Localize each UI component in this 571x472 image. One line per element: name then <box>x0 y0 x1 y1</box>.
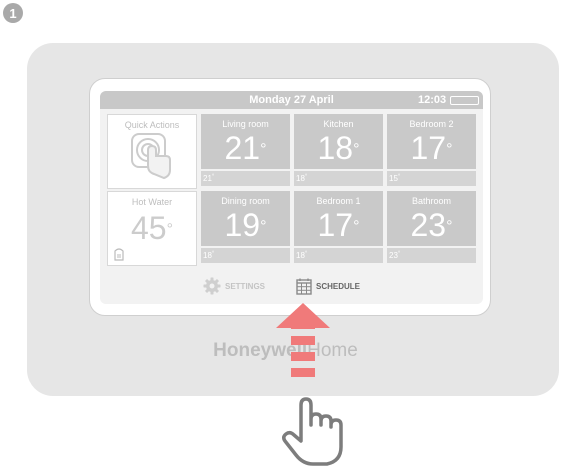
zone-temp: 21° <box>201 132 290 164</box>
zone-tile-living-room[interactable]: Living room 21° <box>201 114 290 169</box>
hot-water-label: Hot Water <box>131 197 173 207</box>
zone-temp: 23° <box>387 209 476 241</box>
zone-setpoint-value: 21 <box>203 174 212 183</box>
zone-setpoint-value: 18 <box>296 251 305 260</box>
zone-label: Living room <box>222 119 269 129</box>
zone-temp-value: 18 <box>317 130 354 166</box>
zone-tile-kitchen[interactable]: Kitchen 18° <box>294 114 383 169</box>
quick-actions-tile[interactable]: Quick Actions <box>107 114 197 189</box>
battery-icon <box>450 96 479 105</box>
zone-label: Bedroom 1 <box>316 196 361 206</box>
degree-symbol: ° <box>446 141 453 158</box>
zone-temp-value: 17 <box>410 130 447 166</box>
zone-label: Bedroom 2 <box>409 119 454 129</box>
degree-symbol: ° <box>446 218 453 235</box>
zone-setpoint: 18° <box>201 248 290 263</box>
degree-symbol: ° <box>260 141 267 158</box>
zone-temp: 17° <box>387 132 476 164</box>
zone-label: Dining room <box>221 196 270 206</box>
zone-temp: 18° <box>294 132 383 164</box>
schedule-button[interactable]: SCHEDULE <box>296 277 360 295</box>
zone-tile-dining-room[interactable]: Dining room 19° <box>201 191 290 246</box>
calendar-icon <box>296 278 312 295</box>
zone-setpoint: 23° <box>387 248 476 263</box>
water-cylinder-icon <box>114 248 124 261</box>
zone-temp-value: 23 <box>410 207 447 243</box>
status-bar: Monday 27 April 12:03 <box>100 91 483 109</box>
zone-setpoint: 15° <box>387 171 476 186</box>
schedule-label: SCHEDULE <box>316 281 361 291</box>
touch-icon <box>131 133 171 180</box>
zone-setpoint: 18° <box>294 171 383 186</box>
zone-temp: 19° <box>201 209 290 241</box>
thermostat-screen: Monday 27 April 12:03 Quick Actions Hot … <box>100 91 483 304</box>
zone-temp: 17° <box>294 209 383 241</box>
zone-tile-bathroom[interactable]: Bathroom 23° <box>387 191 476 246</box>
zone-tile-bedroom-1[interactable]: Bedroom 1 17° <box>294 191 383 246</box>
zone-temp-value: 19 <box>224 207 261 243</box>
quick-actions-label: Quick Actions <box>124 120 180 130</box>
zone-temp-value: 21 <box>224 130 261 166</box>
hot-water-temp: 45° <box>108 212 196 244</box>
up-arrow-icon <box>276 303 330 377</box>
zone-setpoint: 21° <box>201 171 290 186</box>
zone-tile-bedroom-2[interactable]: Bedroom 2 17° <box>387 114 476 169</box>
degree-symbol: ° <box>304 251 308 257</box>
degree-symbol: ° <box>397 251 401 257</box>
status-time: 12:03 <box>418 94 447 106</box>
degree-symbol: ° <box>166 221 173 238</box>
zone-label: Bathroom <box>411 196 452 206</box>
settings-label: SETTINGS <box>225 281 266 291</box>
degree-symbol: ° <box>211 251 215 257</box>
zone-setpoint-value: 18 <box>203 251 212 260</box>
settings-button[interactable]: SETTINGS <box>203 277 265 295</box>
zone-setpoint-value: 23 <box>389 251 398 260</box>
hot-water-temp-value: 45 <box>131 210 167 246</box>
zone-temp-value: 17 <box>317 207 354 243</box>
zone-setpoint: 18° <box>294 248 383 263</box>
degree-symbol: ° <box>353 218 360 235</box>
degree-symbol: ° <box>397 174 401 180</box>
degree-symbol: ° <box>353 141 360 158</box>
zone-setpoint-value: 15 <box>389 174 398 183</box>
zone-setpoint-value: 18 <box>296 174 305 183</box>
zone-label: Kitchen <box>323 119 354 129</box>
degree-symbol: ° <box>211 174 215 180</box>
degree-symbol: ° <box>304 174 308 180</box>
hot-water-tile[interactable]: Hot Water 45° <box>107 191 197 266</box>
pointing-hand-icon <box>281 397 343 466</box>
degree-symbol: ° <box>260 218 267 235</box>
gear-icon <box>203 277 221 295</box>
step-number-badge: 1 <box>3 3 23 23</box>
